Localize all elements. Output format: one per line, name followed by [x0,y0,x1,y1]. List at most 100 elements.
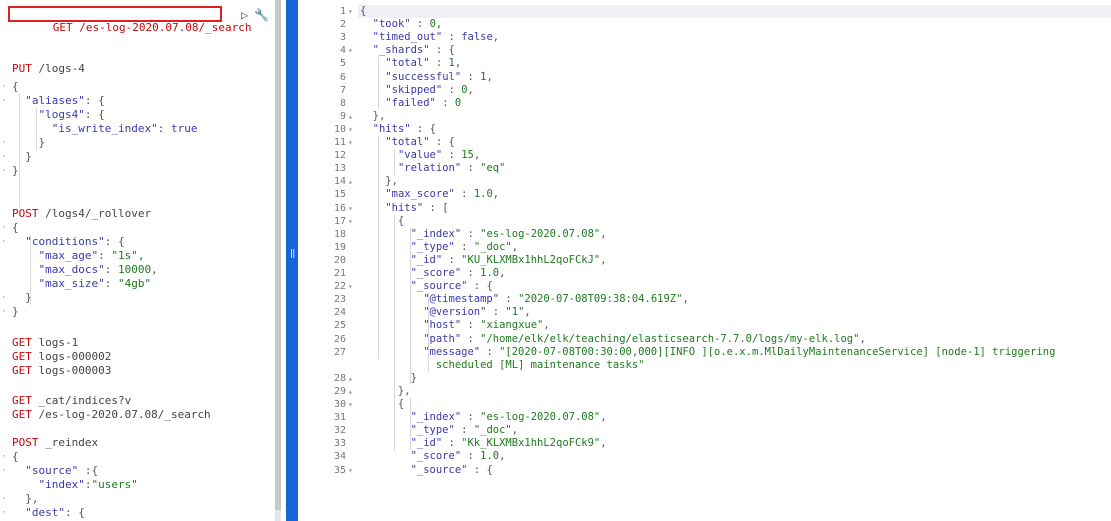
code-line[interactable]: "index":"users" [12,478,138,492]
indent-guide [410,398,411,450]
fold-toggle-icon[interactable]: ▾ [348,215,357,228]
fold-toggle-icon[interactable]: ▾ [348,44,357,57]
fold-toggle-icon[interactable]: ▴ [348,372,357,385]
code-line[interactable]: "is_write_index": true [12,122,198,136]
fold-marker-icon[interactable]: · [1,136,9,150]
line-number: 16 [333,203,346,214]
response-line: "took" : 0, [372,18,443,30]
line-number: 7 [339,85,346,96]
request-line[interactable]: GET logs-000003 [12,364,111,378]
line-number: 15 [333,189,346,200]
code-line[interactable]: } [12,305,19,319]
request-line[interactable]: POST /logs4/_rollover [12,207,151,221]
code-line[interactable]: } [12,150,32,164]
indent-guide [378,57,379,109]
response-line: "_score" : 1.0, [410,267,506,279]
code-line[interactable]: "dest": { [12,506,85,520]
fold-marker-icon[interactable]: · [1,235,9,249]
line-number: 21 [333,268,346,279]
line-number: 18 [333,229,346,240]
request-line[interactable]: GET /es-log-2020.07.08/_search [12,408,211,422]
response-line: "path" : "/home/elk/elk/teaching/elastic… [423,333,866,345]
request-line[interactable]: PUT /logs-4 [12,62,85,76]
fold-marker-icon[interactable]: · [1,150,9,164]
response-viewer[interactable]: 1 ▾ 2 3 4 ▾ 5 6 7 8 9 ▴ 10 ▾ 11 ▾ 12 13 14 ▴ 15 16 ▾ 17 ▾ 18 19 20 2… [298,0,1111,521]
line-number: 20 [333,255,346,266]
fold-marker-icon[interactable]: · [1,291,9,305]
line-number: 12 [333,150,346,161]
response-line: scheduled [ML] maintenance tasks" [360,359,645,371]
line-number: 33 [333,438,346,449]
fold-toggle-icon[interactable]: ▴ [348,385,357,398]
code-line[interactable]: "max_age": "1s", [12,249,145,263]
fold-toggle-icon[interactable]: ▾ [348,398,357,411]
response-line: "_id" : "Kk_KLXMBx1hhL2qoFCk9", [410,437,607,449]
fold-toggle-icon[interactable]: ▴ [348,175,357,188]
line-number: 22 [333,281,346,292]
line-number: 6 [339,72,346,83]
response-line: "_source" : { [410,280,493,292]
code-line[interactable]: }, [12,492,38,506]
indent-guide [30,235,31,305]
request-line[interactable]: POST _reindex [12,436,98,450]
fold-marker-icon[interactable]: · [1,506,9,520]
request-line[interactable]: GET _cat/indices?v [12,394,131,408]
indent-guide [36,108,37,150]
request-line[interactable]: GET logs-1 [12,336,78,350]
response-line: } [360,372,417,384]
fold-marker-icon[interactable]: · [1,464,9,478]
code-line[interactable]: { [12,221,19,235]
request-actions: ▷ 🔧 [241,8,269,22]
fold-toggle-icon[interactable]: ▾ [348,464,357,477]
dev-tools-console: GET /es-log-2020.07.08/_search ▷ 🔧 PUT /… [0,0,1111,521]
line-number: 5 [339,58,346,69]
current-line-highlight [298,5,1111,18]
code-line[interactable]: "logs4": { [12,108,105,122]
code-line[interactable]: { [12,450,19,464]
request-line[interactable]: GET logs-000002 [12,350,111,364]
wrench-icon[interactable]: 🔧 [254,8,269,22]
line-number: 26 [333,334,346,345]
fold-marker-icon[interactable]: · [1,164,9,178]
line-number: 13 [333,163,346,174]
code-line[interactable]: } [12,291,32,305]
code-line[interactable]: } [12,164,19,178]
fold-marker-icon[interactable]: · [1,305,9,319]
indent-guide [394,149,395,175]
response-line: { [360,5,367,17]
editor-scrollbar[interactable] [275,0,281,521]
play-icon[interactable]: ▷ [241,8,248,22]
indent-guide [378,136,379,359]
response-line: "_index" : "es-log-2020.07.08", [410,411,607,423]
response-line: "_type" : "_doc", [410,241,519,253]
line-number: 3 [339,32,346,43]
fold-toggle-icon[interactable]: ▴ [348,110,357,123]
code-line[interactable]: "aliases": { [12,94,104,108]
fold-toggle-icon[interactable]: ▾ [348,136,357,149]
active-request-line[interactable]: GET /es-log-2020.07.08/_search [13,7,252,34]
request-editor[interactable]: GET /es-log-2020.07.08/_search ▷ 🔧 PUT /… [0,0,283,521]
line-number: 34 [333,451,346,462]
code-line[interactable]: "conditions": { [12,235,124,249]
code-line[interactable]: "source" :{ [12,464,98,478]
line-number: 11 [333,137,346,148]
fold-toggle-icon[interactable]: ▾ [348,123,357,136]
fold-marker-icon[interactable]: · [1,80,9,94]
fold-toggle-icon[interactable]: ▾ [348,202,357,215]
line-number: 30 [333,399,346,410]
fold-toggle-icon[interactable]: ▾ [348,5,357,18]
fold-marker-icon[interactable]: · [1,221,9,235]
fold-marker-icon[interactable]: · [1,450,9,464]
code-line[interactable]: "max_docs": 10000, [12,263,158,277]
pane-resizer[interactable]: ‖ [286,0,298,521]
fold-marker-icon[interactable]: · [1,492,9,506]
response-line: "_id" : "KU_KLXMBx1hhL2qoFCkJ", [410,254,607,266]
code-line[interactable]: } [12,136,45,150]
editor-scrollbar-thumb[interactable] [275,0,281,510]
request-url: /es-log-2020.07.08/_search [79,21,252,34]
fold-marker-icon[interactable]: · [1,94,9,108]
code-line[interactable]: "max_size": "4gb" [12,277,152,291]
fold-toggle-icon[interactable]: ▾ [348,280,357,293]
line-number: 1 [339,6,346,17]
code-line[interactable]: { [12,80,19,94]
